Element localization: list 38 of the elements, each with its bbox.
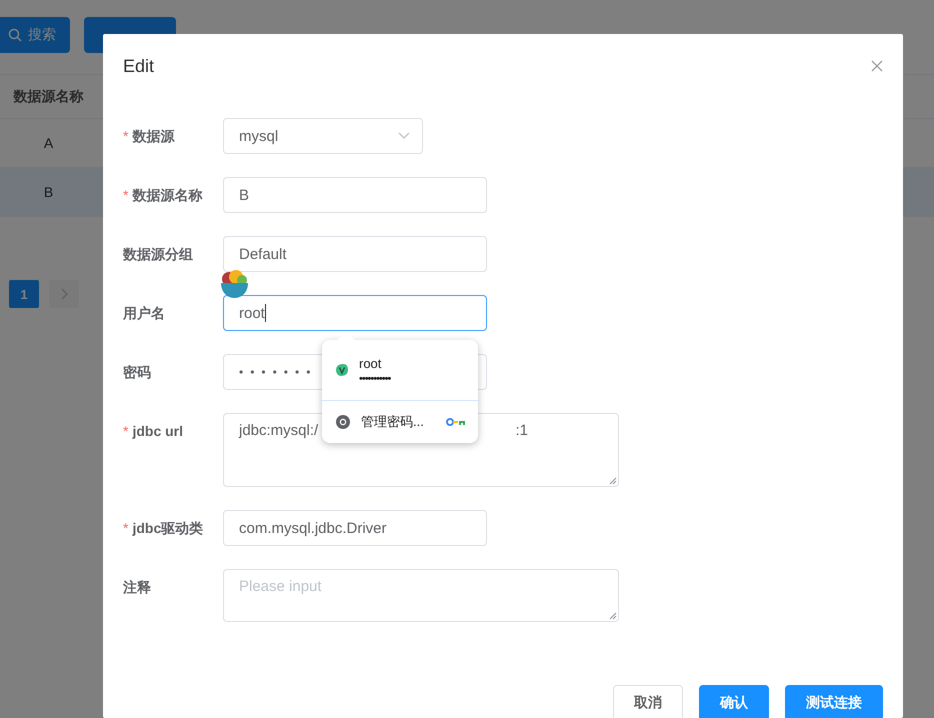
field-label: 数据源 [132, 127, 174, 146]
input-field[interactable]: root [223, 295, 487, 331]
saved-username: root [359, 356, 382, 370]
input-field[interactable]: Default [223, 236, 487, 272]
primary-button[interactable]: 确认 [699, 685, 769, 718]
column-header: 数据源名称 [12, 88, 84, 106]
chevron-down-icon [398, 132, 410, 140]
input-field[interactable]: com.mysql.jdbc.Driver [223, 510, 487, 546]
table-cell-text: B [42, 184, 54, 200]
close-icon[interactable] [871, 60, 883, 72]
search-icon [8, 28, 22, 42]
field-label: 用户名 [123, 304, 165, 323]
field-label: jdbc url [132, 422, 184, 441]
field-label: 注释 [123, 578, 151, 597]
required-mark: * [123, 127, 128, 146]
required-mark: * [123, 519, 128, 538]
required-mark: * [123, 186, 128, 205]
dialog-title: Edit [123, 56, 154, 76]
resize-handle-icon[interactable] [609, 477, 617, 485]
key-icon [446, 417, 466, 427]
chevron-right-icon [60, 288, 68, 300]
site-icon [335, 363, 349, 377]
field-label: jdbc驱动类 [132, 519, 204, 538]
field-label: 密码 [123, 363, 151, 382]
table-cell-text: A [42, 135, 54, 151]
manage-passwords-link[interactable]: 管理密码... [361, 413, 436, 431]
field-label: 数据源名称 [132, 186, 202, 205]
required-mark: * [123, 422, 128, 441]
input-field[interactable]: B [223, 177, 487, 213]
resize-handle-icon[interactable] [609, 612, 617, 620]
browser-icon [335, 414, 351, 430]
saved-password: ••••••••••• [359, 372, 390, 384]
cancel-button[interactable]: 取消 [613, 685, 683, 718]
saved-login-item[interactable]: root ••••••••••• [322, 340, 478, 400]
select-field[interactable]: mysql [223, 118, 423, 154]
field-label: 数据源分组 [123, 245, 193, 264]
primary-button[interactable]: 测试连接 [785, 685, 883, 718]
fruit-bowl-icon [220, 269, 249, 299]
